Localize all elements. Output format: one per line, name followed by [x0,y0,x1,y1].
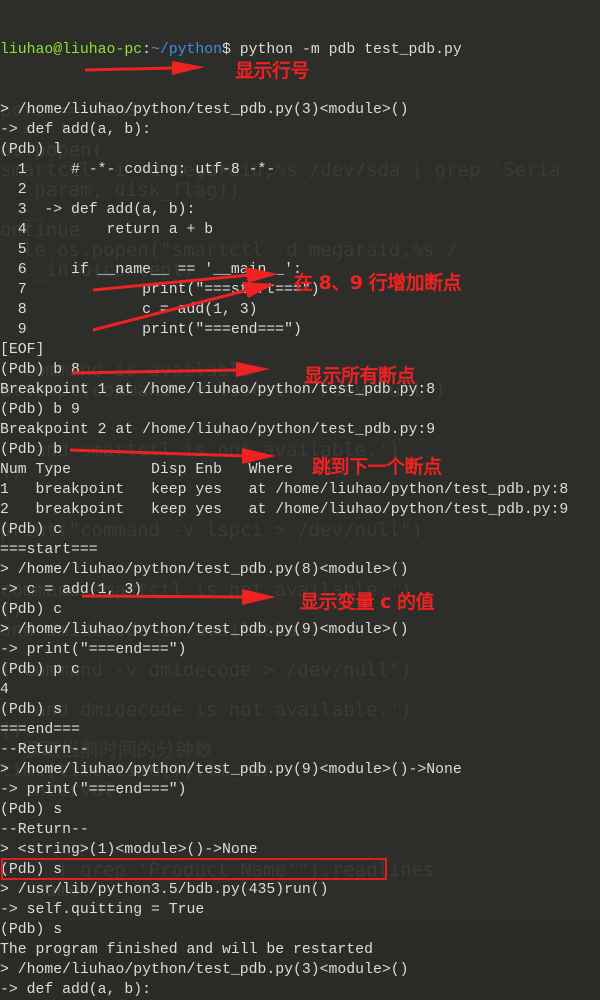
terminal-line: 2 [0,182,27,198]
terminal-line: (Pdb) b 9 [0,402,80,418]
terminal-line: (Pdb) b [0,442,63,458]
annotation-continue-next-breakpoint: 跳到下一个断点 [312,456,442,478]
terminal-line: > /home/liuhao/python/test_pdb.py(3)<mod… [0,102,409,118]
terminal-line: > /home/liuhao/python/test_pdb.py(3)<mod… [0,962,409,978]
annotation-print-variable-c: 显示变量 c 的值 [300,591,435,613]
terminal-line: -> c = add(1, 3) [0,582,143,598]
terminal-line: 7 print("===start===") [0,282,320,298]
annotation-show-line-numbers: 显示行号 [235,60,310,82]
terminal-line: [EOF] [0,342,45,358]
terminal-line: ===end=== [0,722,80,738]
terminal-line: Num Type Disp Enb Where [0,462,294,478]
terminal-line: --Return-- [0,822,89,838]
terminal-line: (Pdb) s [0,702,63,718]
terminal-line: Breakpoint 1 at /home/liuhao/python/test… [0,382,436,398]
highlight-box-program-finished [1,858,387,880]
terminal-line: 1 breakpoint keep yes at /home/liuhao/py… [0,482,569,498]
terminal-line: > /home/liuhao/python/test_pdb.py(9)<mod… [0,762,462,778]
terminal-line: (Pdb) s [0,802,63,818]
terminal-line: Breakpoint 2 at /home/liuhao/python/test… [0,422,436,438]
terminal-line: -> self.quitting = True [0,902,205,918]
prompt-user-host: liuhao@liuhao-pc [0,42,143,58]
terminal-line: 9 print("===end===") [0,322,302,338]
terminal-line: 6 if __name__ == '__main__': [0,262,302,278]
terminal-line: -> print("===end===") [0,642,187,658]
terminal-line: (Pdb) b 8 [0,362,80,378]
terminal-line: 5 [0,242,27,258]
terminal-line: -> def add(a, b): [0,122,151,138]
terminal-line: 8 c = add(1, 3) [0,302,258,318]
terminal-line: (Pdb) p c [0,662,80,678]
terminal-line: ===start=== [0,542,98,558]
prompt-cwd: ~/python [150,42,223,58]
terminal-line: 1 # -*- coding: utf-8 -*- [0,162,276,178]
terminal-line: --Return-- [0,742,89,758]
terminal-output: liuhao@liuhao-pc:~/python$ python -m pdb… [0,0,568,1000]
terminal-line: 4 [0,682,9,698]
annotation-show-all-breakpoints: 显示所有断点 [304,365,416,387]
terminal-line: The program finished and will be restart… [0,942,373,958]
prompt-symbol: $ [222,42,231,58]
terminal-line: > /usr/lib/python3.5/bdb.py(435)run() [0,882,329,898]
terminal-line: 4 return a + b [0,222,214,238]
annotation-add-breakpoints: 在 8、9 行增加断点 [294,272,462,294]
prompt-separator: : [142,42,151,58]
terminal-line: -> def add(a, b): [0,982,151,998]
terminal-line: (Pdb) c [0,602,63,618]
terminal-line: (Pdb) s [0,922,63,938]
terminal-line: > /home/liuhao/python/test_pdb.py(8)<mod… [0,562,409,578]
terminal-line: > <string>(1)<module>()->None [0,842,258,858]
terminal-line: > /home/liuhao/python/test_pdb.py(9)<mod… [0,622,409,638]
terminal-window[interactable]: port == 'SAS': = '' os.popen(smartctl -i … [0,0,600,998]
terminal-line: (Pdb) c [0,522,63,538]
terminal-line: (Pdb) l [0,142,63,158]
terminal-line: -> print("===end===") [0,782,187,798]
terminal-line: 3 -> def add(a, b): [0,202,196,218]
terminal-line: 2 breakpoint keep yes at /home/liuhao/py… [0,502,569,518]
